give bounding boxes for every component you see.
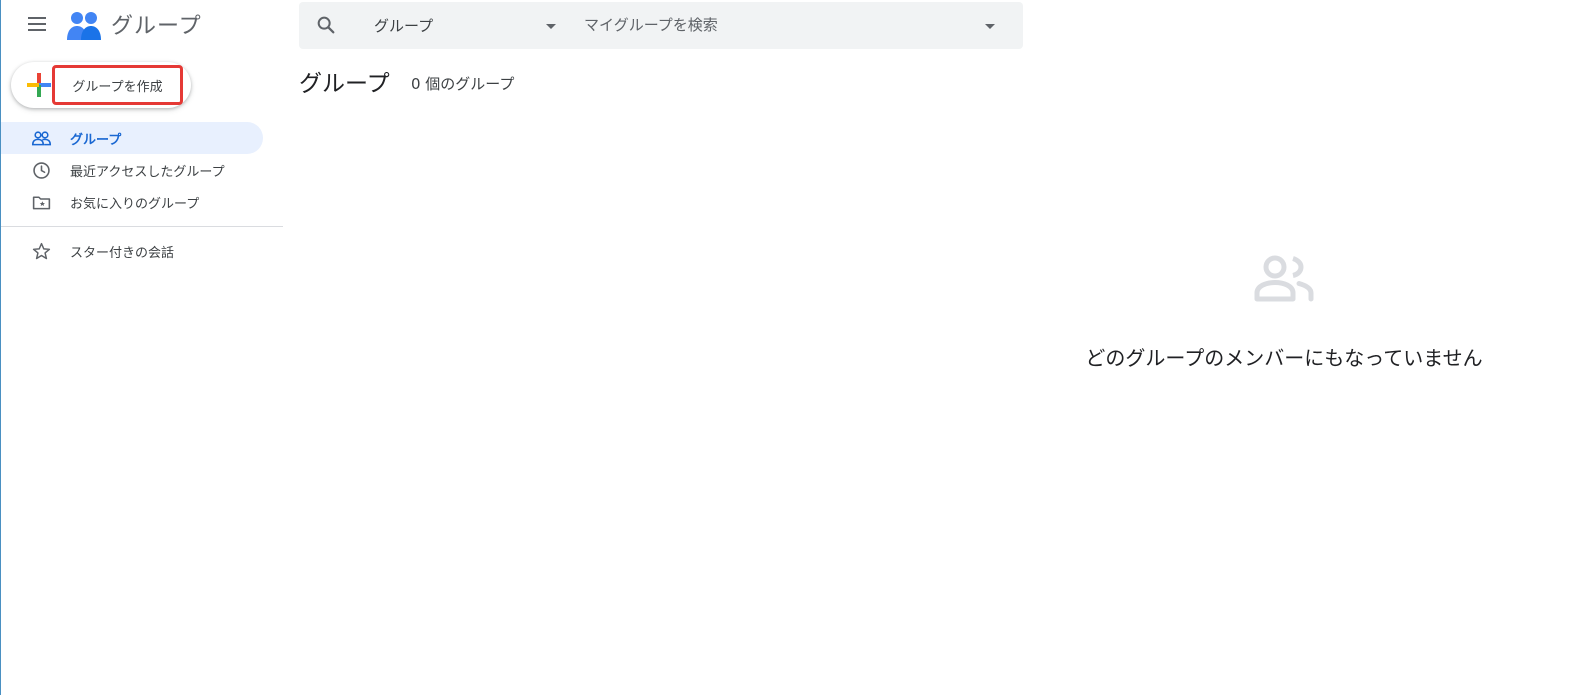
create-group-label: グループを作成	[52, 65, 183, 105]
chevron-down-icon[interactable]	[546, 24, 556, 29]
sidebar-item-label: スター付きの会話	[70, 245, 175, 261]
sidebar-item-recent-groups[interactable]: 最近アクセスしたグループ	[1, 154, 263, 186]
groups-logo-icon[interactable]	[67, 10, 101, 42]
sidebar-item-groups[interactable]: グループ	[1, 122, 263, 154]
menu-bar	[28, 23, 46, 25]
search-input[interactable]	[584, 10, 974, 40]
menu-bar	[28, 17, 46, 19]
page-title: グループ	[299, 71, 390, 97]
search-scope-dropdown[interactable]: グループ	[374, 15, 433, 36]
sidebar-item-favorite-groups[interactable]: お気に入りのグループ	[1, 186, 263, 218]
folder-star-icon	[32, 196, 51, 210]
search-bar: グループ	[299, 2, 1023, 49]
sidebar-nav: グループ 最近アクセスしたグループ お気に入りのグループ スター付きの会話	[1, 122, 283, 267]
empty-state-message: どのグループのメンバーにもなっていません	[1085, 346, 1483, 370]
sidebar-item-label: お気に入りのグループ	[70, 196, 200, 212]
people-icon	[31, 131, 52, 146]
sidebar-item-label: グループ	[70, 132, 122, 148]
sidebar-item-starred-conversations[interactable]: スター付きの会話	[1, 235, 263, 267]
star-icon	[32, 242, 51, 260]
app-title: グループ	[111, 14, 202, 39]
menu-bar	[28, 29, 46, 31]
sidebar-item-label: 最近アクセスしたグループ	[70, 164, 225, 180]
create-group-button[interactable]: グループを作成	[11, 62, 191, 108]
main-menu-button[interactable]	[23, 10, 51, 38]
clock-icon	[33, 162, 50, 179]
search-options-chevron-icon[interactable]	[985, 24, 995, 29]
empty-groups-icon	[1254, 255, 1314, 302]
plus-icon	[27, 73, 51, 97]
search-icon[interactable]	[315, 14, 337, 36]
sidebar-divider	[1, 226, 283, 227]
group-count: 0 個のグループ	[411, 75, 515, 93]
